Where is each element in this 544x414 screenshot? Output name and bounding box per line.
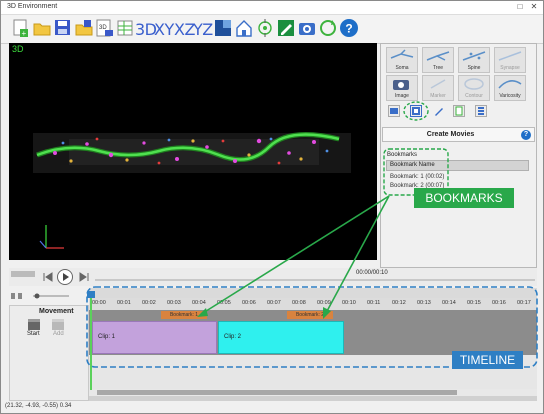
- bookmark-track: Bookmark: 1 Bookmark: 2: [89, 310, 537, 320]
- new-file-icon[interactable]: +: [11, 18, 31, 38]
- save-icon[interactable]: [53, 18, 73, 38]
- app-window: 3D Environment □ ✕ + 3D 3D XY XZ YZ ? 3D…: [0, 0, 544, 414]
- svg-text:?: ?: [345, 22, 352, 36]
- bookmark-mode-highlight: [403, 101, 429, 121]
- tool-tree[interactable]: Tree: [422, 47, 454, 73]
- start-clapper-icon[interactable]: [27, 317, 41, 331]
- playback-scrubber[interactable]: [95, 279, 535, 281]
- clip-2[interactable]: Clip: 2: [218, 321, 344, 354]
- add-clapper-icon[interactable]: [51, 317, 65, 331]
- edit-color-icon[interactable]: [276, 18, 296, 38]
- timeline-callout: TIMELINE: [452, 351, 523, 369]
- maximize-button[interactable]: □: [515, 2, 525, 11]
- display-toggle-icon[interactable]: [213, 18, 233, 38]
- spine-icon: [462, 51, 486, 61]
- image-camera-icon: [393, 80, 409, 90]
- window-title: 3D Environment: [7, 3, 58, 10]
- refresh-icon[interactable]: [318, 18, 338, 38]
- skip-back-icon[interactable]: [42, 271, 54, 283]
- timeline-scrollbar[interactable]: [89, 389, 537, 396]
- clip-track: Clip: 1 Clip: 2: [89, 320, 537, 355]
- synapse-icon: [498, 51, 522, 61]
- snapshot-camera-icon[interactable]: [297, 18, 317, 38]
- export-folder-icon[interactable]: [74, 18, 94, 38]
- contour-icon: [464, 78, 484, 90]
- tree-icon: [426, 51, 450, 61]
- tool-synapse[interactable]: Synapse: [494, 47, 526, 73]
- bookmark-marker-2[interactable]: Bookmark: 2: [287, 311, 333, 319]
- create-movies-header[interactable]: Create Movies ?: [382, 127, 535, 142]
- clip-1[interactable]: Clip: 1: [92, 321, 217, 354]
- toolbar: + 3D 3D XY XZ YZ ?: [1, 15, 543, 44]
- playhead[interactable]: [90, 291, 92, 390]
- start-button[interactable]: Start: [27, 331, 40, 337]
- skip-forward-icon[interactable]: [78, 271, 90, 283]
- home-icon[interactable]: [234, 18, 254, 38]
- center-target-icon[interactable]: [255, 18, 275, 38]
- title-bar: 3D Environment □ ✕: [1, 1, 543, 15]
- measurement-table-icon[interactable]: [116, 18, 136, 38]
- tools-sidebar: Soma Tree Spine Synapse Image Marker Con…: [380, 43, 537, 268]
- status-bar: (21.32, -4.93, -0.55) 0.34: [1, 401, 543, 413]
- playback-bar: 00:00/00:10: [9, 268, 537, 286]
- cursor-coordinates: (21.32, -4.93, -0.55) 0.34: [5, 403, 72, 409]
- playback-time: 00:00/00:10: [356, 270, 388, 276]
- marker-icon: [430, 79, 446, 89]
- 3d-viewport[interactable]: 3D: [9, 43, 377, 260]
- bookmark-marker-1[interactable]: Bookmark: 1: [161, 311, 207, 319]
- tool-contour[interactable]: Contour: [458, 75, 490, 101]
- document-icon[interactable]: [453, 105, 465, 117]
- tool-spine[interactable]: Spine: [458, 47, 490, 73]
- timeline[interactable]: 00:00 00:01 00:02 00:03 00:04 00:05 00:0…: [87, 288, 537, 401]
- camera-mode-icon[interactable]: [388, 105, 400, 117]
- tool-image[interactable]: Image: [386, 75, 418, 101]
- close-button[interactable]: ✕: [529, 2, 539, 11]
- movies-help-icon[interactable]: ?: [521, 130, 531, 140]
- svg-text:+: +: [22, 29, 27, 38]
- view-xy-button[interactable]: XY: [154, 20, 174, 39]
- tool-marker[interactable]: Marker: [422, 75, 454, 101]
- movement-panel: Movement Start Add: [9, 305, 89, 401]
- neuron-render-icon: [33, 132, 351, 249]
- tool-soma[interactable]: Soma: [386, 47, 418, 73]
- bookmarks-callout: BOOKMARKS: [414, 188, 514, 208]
- create-movies-title: Create Movies: [426, 131, 475, 138]
- view-xz-button[interactable]: XZ: [174, 20, 195, 39]
- timeline-ruler[interactable]: 00:00 00:01 00:02 00:03 00:04 00:05 00:0…: [89, 298, 537, 310]
- varicosity-icon: [498, 80, 522, 89]
- tool-varicosity[interactable]: Varicosity: [494, 75, 526, 101]
- open-folder-icon[interactable]: [32, 18, 52, 38]
- help-icon[interactable]: ?: [339, 18, 359, 38]
- edit-pen-icon[interactable]: [433, 105, 445, 117]
- track-controls: [11, 293, 69, 299]
- export-3d-icon[interactable]: 3D: [95, 18, 115, 38]
- add-button[interactable]: Add: [53, 331, 64, 337]
- playhead-handle-icon[interactable]: [85, 290, 97, 300]
- view-yz-button[interactable]: YZ: [193, 20, 213, 39]
- play-icon[interactable]: [56, 268, 74, 286]
- list-view-icon[interactable]: [475, 105, 487, 117]
- movement-title: Movement: [39, 308, 74, 315]
- soma-icon: [390, 49, 414, 59]
